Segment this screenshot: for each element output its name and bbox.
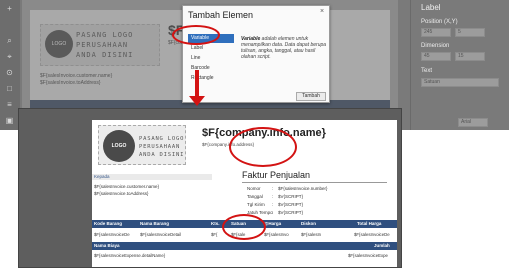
annotation-arrow-shaft: [195, 70, 199, 98]
text-input[interactable]: Satuan: [421, 78, 499, 87]
field-value[interactable]: $V{SCRIPT}: [278, 194, 303, 199]
position-y-input[interactable]: 5: [455, 28, 485, 37]
font-select[interactable]: Arial: [458, 118, 488, 127]
column-header[interactable]: Diskon: [301, 221, 316, 226]
table-cell[interactable]: $F{salesInvo: [264, 232, 289, 237]
column-header[interactable]: Nama Biaya: [94, 243, 120, 248]
column-header[interactable]: Jumlah: [374, 243, 390, 248]
blank-area: [402, 130, 509, 268]
recipient-label[interactable]: Kepada: [94, 174, 110, 179]
zoomed-editor: LOGO PASANG LOGO PERUSAHAAN ANDA DISINI …: [18, 108, 402, 268]
field-value[interactable]: $F{salesInvoice.number}: [278, 186, 328, 191]
annotation-arrow-head: [189, 96, 205, 106]
table-cell[interactable]: $F{salesInvoiceExpense.detailName}: [94, 253, 165, 258]
column-header[interactable]: Kts.: [211, 221, 220, 226]
table-cell[interactable]: $F{salesInvoiceDe: [354, 232, 390, 237]
position-x-input[interactable]: 245: [421, 28, 451, 37]
highlight-variable-option: [172, 25, 220, 45]
column-header[interactable]: Kode Barang: [94, 221, 122, 226]
align-icon[interactable]: ≡: [3, 100, 16, 110]
logo-text-line: PERUSAHAAN: [76, 41, 129, 49]
invoice-title[interactable]: Faktur Penjualan: [242, 170, 310, 180]
title-divider: [242, 182, 387, 183]
table-cell[interactable]: $F{salesInvoiceDe: [94, 232, 130, 237]
height-input[interactable]: 15: [455, 52, 485, 61]
expense-table-header: [92, 242, 397, 250]
field-colon: :: [272, 202, 274, 207]
add-button[interactable]: Tambah: [296, 92, 326, 101]
table-cell[interactable]: $F{salesInvoiceDetail: [140, 232, 181, 237]
editor-toolbar: [0, 0, 20, 130]
logo-placeholder[interactable]: LOGO PASANG LOGO PERUSAHAAN ANDA DISINI: [98, 125, 186, 165]
logo-text-line: PERUSAHAAN: [139, 144, 181, 150]
table-cell[interactable]: $F{salesInvoiceExpe: [348, 253, 388, 258]
field-colon: :: [272, 186, 274, 191]
customer-name-variable[interactable]: $F{salesInvoice.customer.name}: [40, 73, 112, 79]
field-value[interactable]: $V{SCRIPT}: [278, 210, 303, 215]
column-header[interactable]: Total Harga: [357, 221, 381, 226]
element-description: Variable adalah elemen untuk menampilkan…: [241, 36, 327, 60]
layer-icon[interactable]: ▣: [3, 116, 16, 126]
field-label[interactable]: Tanggal: [247, 194, 263, 199]
highlight-satuan-column: [222, 214, 266, 240]
to-address-variable[interactable]: $F{salesInvoice.toAddress}: [40, 80, 101, 86]
zoom-in-icon[interactable]: ⌕: [3, 36, 16, 46]
width-input[interactable]: 45: [421, 52, 451, 61]
recipient-header-bar: [92, 174, 212, 180]
field-value[interactable]: $V{SCRIPT}: [278, 202, 303, 207]
element-option-line[interactable]: Line: [188, 54, 234, 63]
copy-icon[interactable]: ⊙: [3, 68, 16, 78]
dimension-label: Dimension: [421, 43, 450, 49]
logo-text-line: ANDA DISINI: [139, 152, 185, 158]
text-label: Text: [421, 68, 433, 74]
field-colon: :: [272, 210, 274, 215]
table-cell[interactable]: $F{: [211, 232, 217, 237]
add-element-dialog: Tambah Elemen × Variable Label Line Barc…: [182, 5, 330, 103]
column-header[interactable]: Nama Barang: [140, 221, 169, 226]
logo-text-line: PASANG LOGO: [76, 31, 134, 39]
logo-text-line: ANDA DISINI: [76, 51, 134, 59]
logo-circle: LOGO: [103, 130, 135, 162]
field-label[interactable]: Tgl Kirim: [247, 202, 265, 207]
field-label[interactable]: Nomor: [247, 186, 261, 191]
customer-name-variable[interactable]: $F{salesInvoice.customer.name}: [94, 184, 159, 189]
highlight-company-name: [229, 127, 297, 167]
zoom-out-icon[interactable]: ⌖: [3, 52, 16, 62]
dialog-title: Tambah Elemen: [188, 10, 254, 20]
frame-icon[interactable]: □: [3, 84, 16, 94]
logo-text-line: PASANG LOGO: [139, 136, 185, 142]
element-option-label[interactable]: Label: [188, 44, 234, 53]
table-cell[interactable]: $F{salesIn: [301, 232, 321, 237]
close-icon[interactable]: ×: [320, 8, 324, 15]
add-icon[interactable]: +: [3, 4, 16, 14]
properties-title: Label: [421, 3, 441, 12]
column-header[interactable]: @Harga: [264, 221, 281, 226]
field-colon: :: [272, 194, 274, 199]
position-label: Position (X,Y): [421, 19, 458, 25]
logo-circle: LOGO: [45, 30, 73, 58]
to-address-variable[interactable]: $F{salesInvoice.toAddress}: [94, 191, 149, 196]
